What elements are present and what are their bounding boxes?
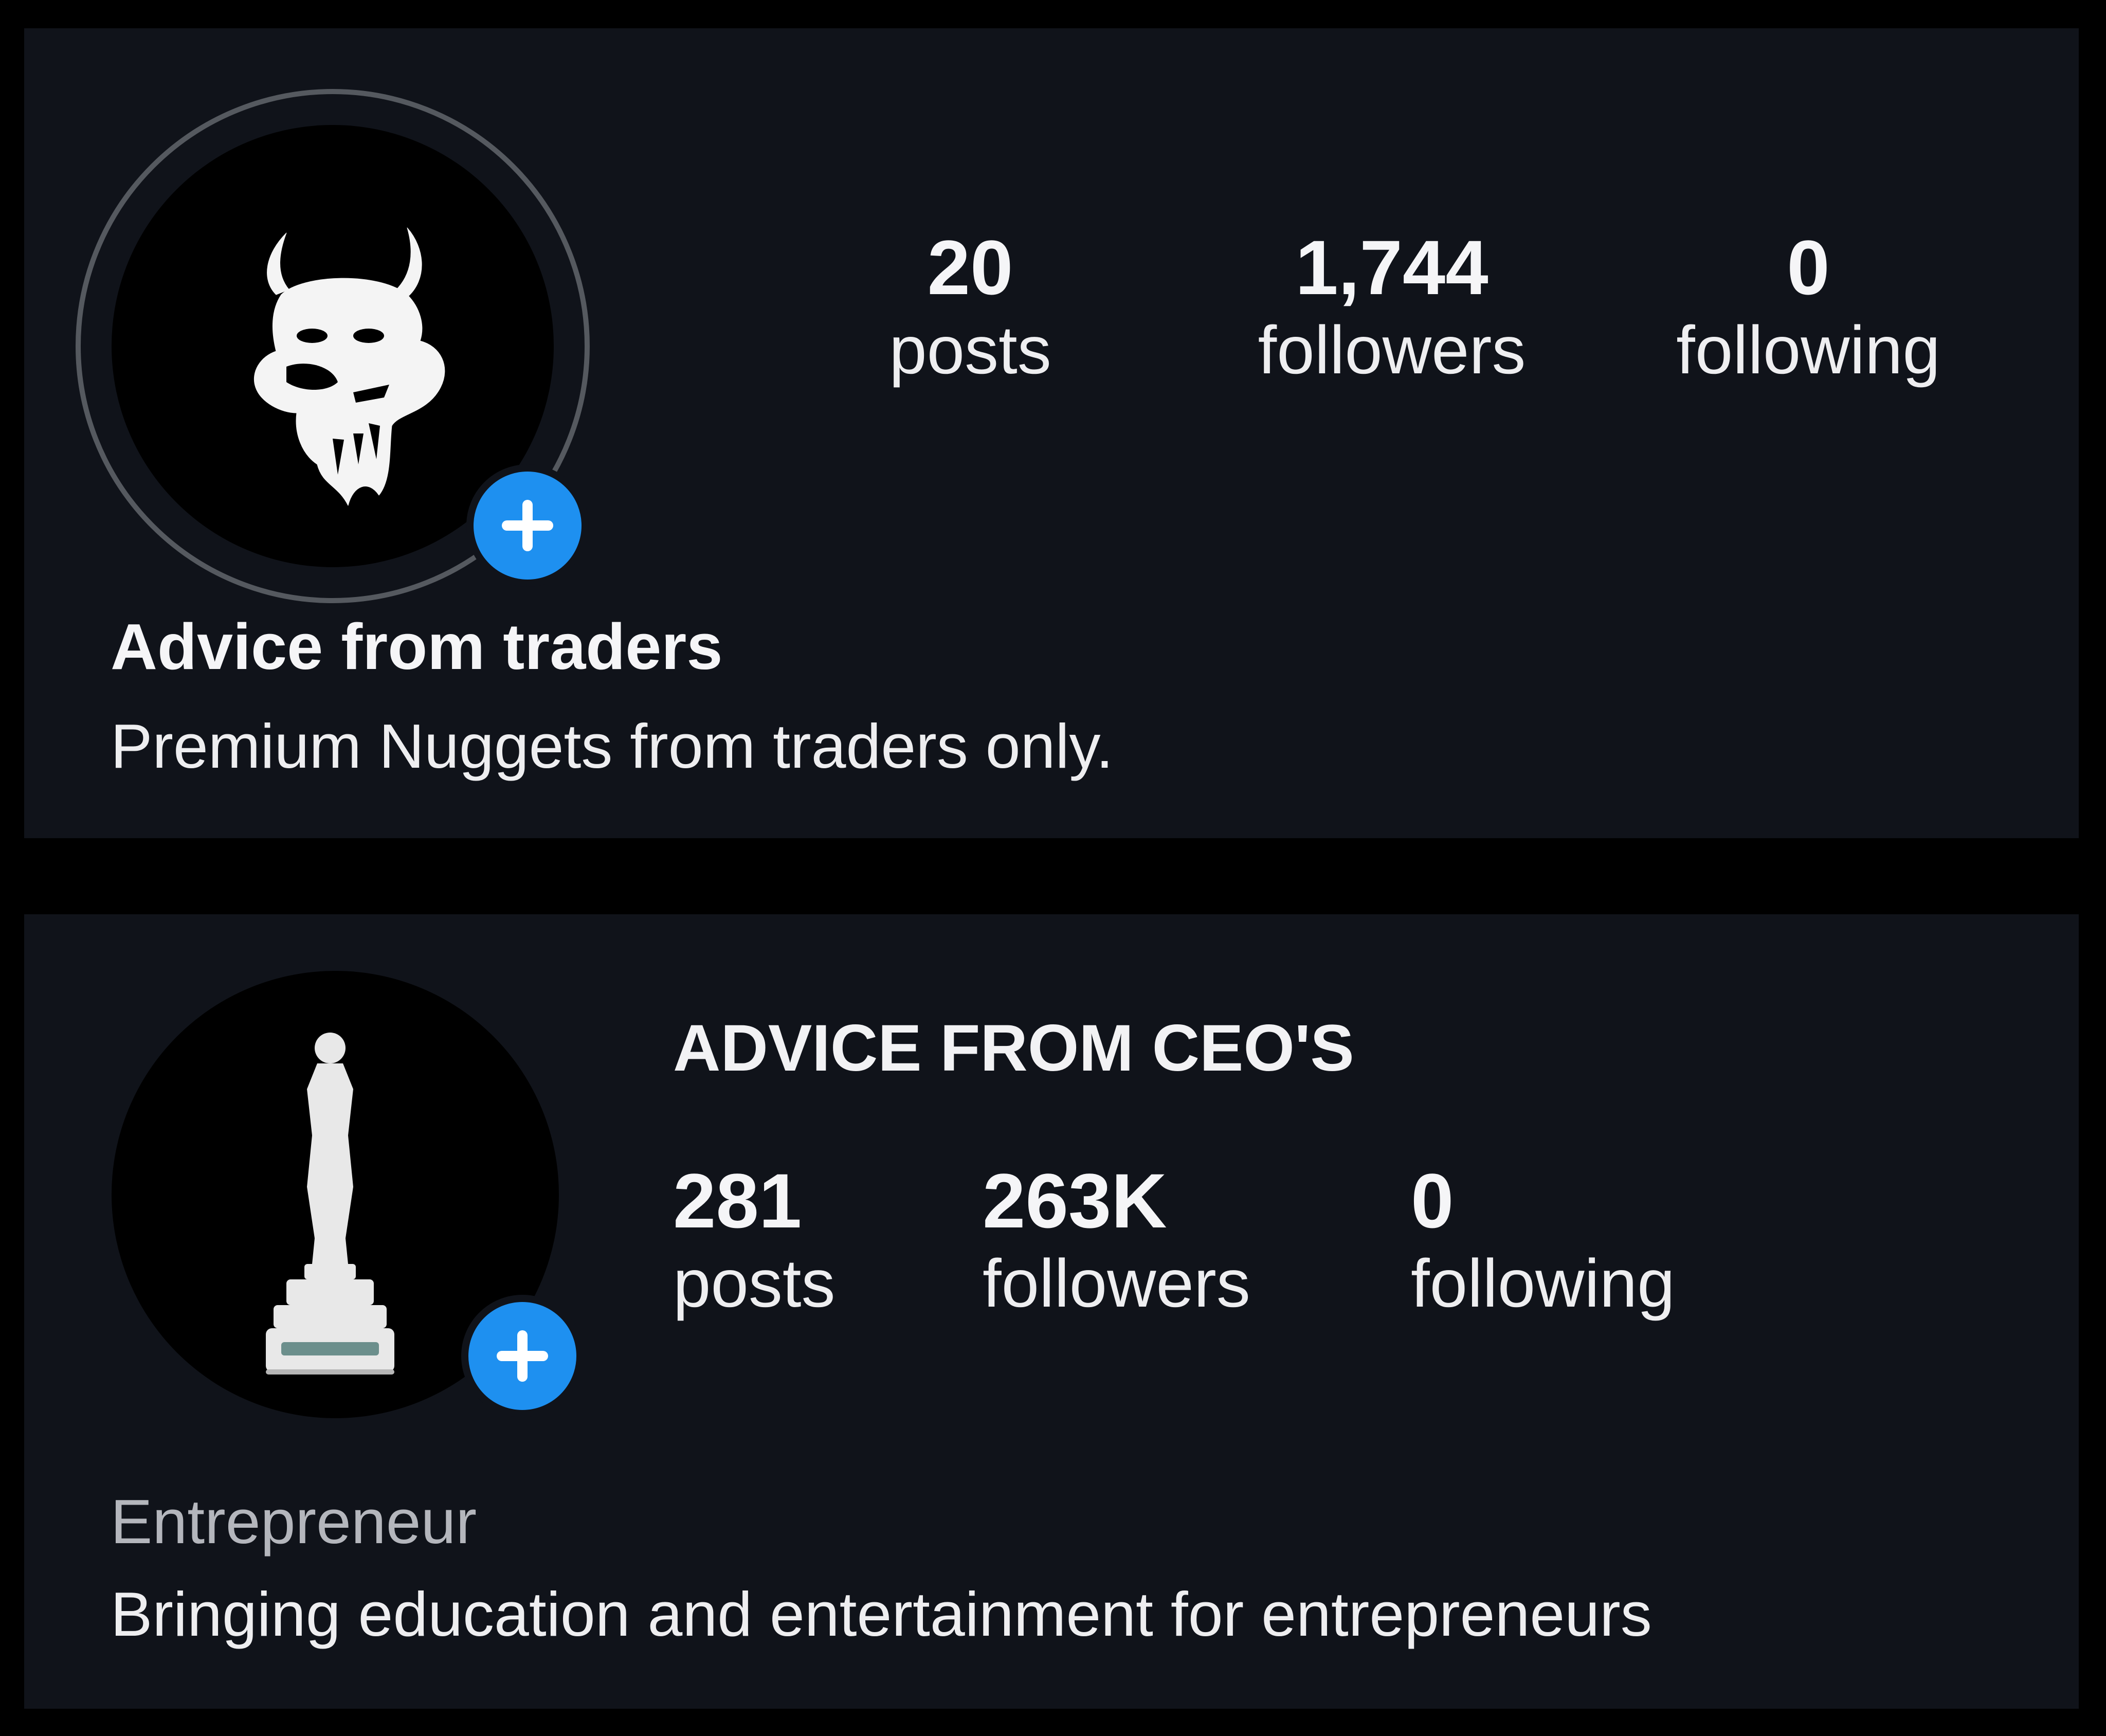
following-count: 0 <box>1787 224 1830 311</box>
stat-followers[interactable]: 263K followers <box>983 1162 1322 1317</box>
profile-display-name: Advice from traders <box>111 610 723 683</box>
posts-label: posts <box>889 312 1051 388</box>
profile-avatar-container[interactable] <box>112 971 584 1423</box>
stat-following[interactable]: 0 following <box>1644 229 1973 384</box>
add-story-plus-icon <box>497 1330 548 1382</box>
profile-header-traders: 20 posts 1,744 followers 0 following Adv… <box>24 28 2079 838</box>
stat-posts[interactable]: 281 posts <box>673 1162 889 1317</box>
profile-avatar-container[interactable] <box>76 89 590 603</box>
stat-following[interactable]: 0 following <box>1411 1162 1750 1317</box>
posts-count: 20 <box>927 224 1013 311</box>
following-count: 0 <box>1411 1158 1454 1244</box>
following-label: following <box>1676 312 1940 388</box>
stat-posts[interactable]: 20 posts <box>816 229 1124 384</box>
profile-header-ceos: ADVICE FROM CEO'S 281 posts 263K followe… <box>24 914 2079 1709</box>
followers-label: followers <box>983 1245 1250 1321</box>
profile-bio: Premium Nuggets from traders only. <box>111 711 1114 781</box>
followers-count: 1,744 <box>1295 224 1488 311</box>
add-story-button[interactable] <box>466 464 589 587</box>
followers-count: 263K <box>983 1158 1167 1244</box>
profile-bio: Bringing education and entertainment for… <box>111 1579 1652 1649</box>
posts-label: posts <box>673 1245 836 1321</box>
profile-display-name: ADVICE FROM CEO'S <box>673 1011 1354 1085</box>
followers-label: followers <box>1258 312 1526 388</box>
posts-count: 281 <box>673 1158 802 1244</box>
stat-followers[interactable]: 1,744 followers <box>1207 229 1577 384</box>
add-story-button[interactable] <box>461 1295 584 1417</box>
profile-category: Entrepreneur <box>111 1487 477 1557</box>
add-story-plus-icon <box>502 500 553 551</box>
following-label: following <box>1411 1245 1675 1321</box>
